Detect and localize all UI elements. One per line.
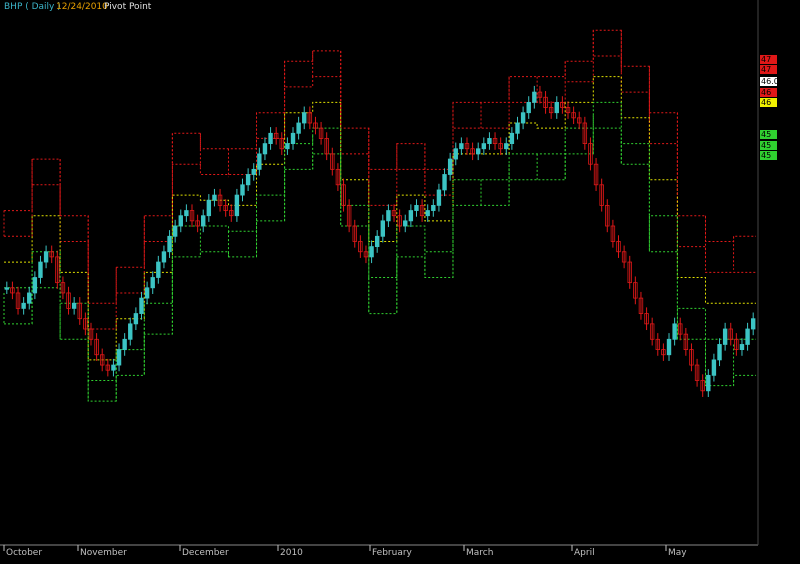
axis-tag-s2: 45 [760,141,777,150]
candle-body [374,235,380,248]
candle-body [234,194,240,217]
candle-body [27,292,32,304]
candle-body [436,189,442,206]
candle-body [515,122,520,134]
x-tick-label: October [6,548,42,558]
candle-body [240,184,245,196]
x-tick-label: 2010 [280,548,303,558]
axis-tag-r2: 47 [760,55,777,64]
candle-body [750,318,756,330]
candle-body [245,174,251,186]
candle-body [554,102,559,114]
candle-body [414,204,419,211]
x-tick-label: February [372,548,413,558]
candle-body [21,302,26,309]
x-tick-label: November [80,548,127,558]
candle-body [178,215,183,227]
candle-body [71,302,77,309]
candle-body [156,261,161,278]
candle-body [302,112,307,124]
candle-body [161,251,167,263]
candle-body [43,251,49,263]
x-tick-label: December [182,548,229,558]
candle-body [369,246,374,258]
candle-body [4,287,10,290]
candle-body [442,174,447,191]
candle-body [431,204,436,211]
candle-body [447,158,453,175]
candle-body [212,194,217,201]
candle-body [38,261,43,278]
candle-body [133,313,139,325]
candle-body [408,210,414,222]
candle-body [672,323,677,340]
indicator-label: Pivot Point [104,2,152,12]
candle-body [722,328,728,345]
candle-body [144,287,150,299]
candle-body [711,359,717,376]
candle-body [526,102,531,114]
candle-body [201,215,206,227]
candle-body [504,143,509,150]
candle-body [128,323,133,340]
candle-body [481,143,487,150]
symbol-label: BHP ( Daily ) [4,2,61,12]
candle-body [487,138,492,144]
x-tick-label: May [668,548,687,558]
candle-body [167,235,172,253]
candle-body [184,210,189,217]
x-tick-label: March [466,548,493,558]
x-tick-label: April [574,548,595,558]
axis-tag-s1: 45 [760,130,777,139]
candle-body [206,199,212,217]
candle-body [251,168,256,175]
candle-body [290,132,296,145]
candle-body [380,220,386,237]
candle-body [32,277,38,294]
candle-body [257,153,262,170]
candle-body [739,344,745,351]
axis-tag-pivot: 46 [760,98,777,107]
candle-body [666,338,672,356]
candle-body [453,148,458,160]
candle-body [111,364,116,371]
price-chart: October November December 2010 February March… [0,0,800,564]
candle-body [706,374,711,392]
candle-body [509,132,515,145]
candle-body [139,297,144,314]
date-label: 12/24/2010 [56,2,108,12]
candle-body [172,225,178,237]
axis-tag-r1: 47 [760,65,777,74]
candle-body [532,91,537,103]
candle-body [296,122,301,134]
candle-body [403,220,408,227]
candle-body [122,338,127,350]
candle-body [476,148,481,155]
candle-body [717,344,722,361]
candle-body [459,143,464,150]
candle-body [116,349,122,366]
axis-tag-last-price: 46.04 [760,77,777,86]
candle-body [285,143,290,150]
candle-body [520,112,526,124]
candle-body [425,210,430,217]
axis-tag-high: 46 [760,88,777,97]
axis-tag-s3: 45 [760,151,777,160]
candle-body [262,143,268,155]
candle-body [268,132,273,145]
candle-body [386,210,391,222]
candle-body [745,328,750,345]
candle-body [150,277,155,289]
